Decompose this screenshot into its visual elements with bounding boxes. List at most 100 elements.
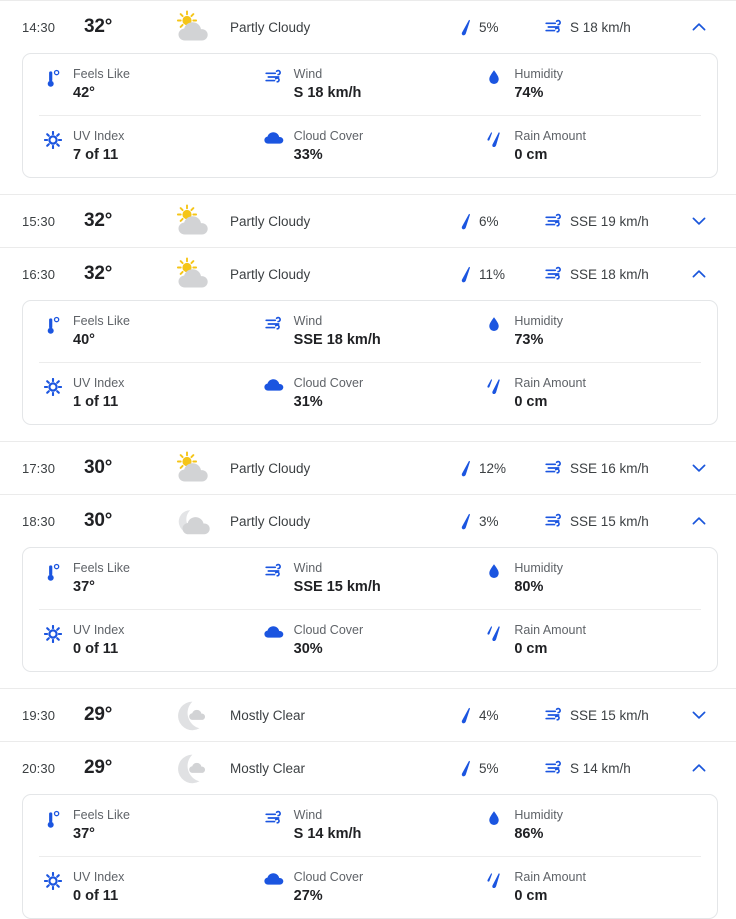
expand-toggle-button[interactable] [676,705,722,725]
detail-feels-like: Feels Like 40° [39,314,260,349]
hourly-forecast-list: 14:30 32° Partly Cloudy 5% S 18 km/h Fee… [0,0,736,919]
thermometer-icon [47,563,59,581]
chevron-down-icon[interactable] [689,458,709,478]
hour-block: 19:30 29° Mostly Clear 4% SSE 15 km/h [0,688,736,741]
wind-icon [265,316,282,330]
condition-label: Partly Cloudy [230,513,311,529]
detail-value: 73% [514,332,544,348]
detail-value: 33% [293,147,323,163]
chevron-up-icon[interactable] [689,264,709,284]
detail-row-upper: Feels Like 37° Wind SSE 15 km/h Humidity… [39,548,701,610]
hour-temperature: 30° [84,510,113,531]
uv-sun-icon-wrap [43,376,63,396]
detail-label: Cloud Cover [293,129,364,143]
precipitation-chance: 5% [458,19,544,36]
condition-label: Partly Cloudy [230,266,311,282]
raindrop-icon [461,213,470,229]
chevron-up-icon[interactable] [689,758,709,778]
wind-icon [545,707,561,721]
cloud-cover-icon [264,873,283,885]
thermometer-icon-wrap [43,314,63,335]
moon-mostly-clear-icon [178,701,206,731]
detail-humidity: Humidity 73% [480,314,701,349]
cloud-cover-icon [264,379,283,391]
rain-amount-icon-wrap [484,376,504,396]
precipitation-chance: 3% [458,513,544,530]
hour-block: 18:30 30° Partly Cloudy 3% SSE 15 km/h F… [0,494,736,672]
thermometer-icon [47,69,59,87]
detail-label: Feels Like [73,808,130,822]
precipitation-value: 11% [479,266,506,282]
wind-value: SSE 18 km/h [570,266,649,282]
detail-value: 0 of 11 [73,888,119,904]
precipitation-value: 5% [479,760,499,776]
humidity-drop-icon-wrap [484,67,504,87]
detail-label: UV Index [73,870,125,884]
detail-label: Humidity [514,561,563,575]
detail-rain-amount: Rain Amount 0 cm [480,870,701,905]
chevron-up-icon[interactable] [689,17,709,37]
wind-value: SSE 16 km/h [570,460,649,476]
hour-temperature: 32° [84,16,113,37]
hour-row[interactable]: 15:30 32° Partly Cloudy 6% SSE 19 km/h [0,195,736,247]
detail-label: Wind [293,561,323,575]
thermometer-icon-wrap [43,561,63,582]
condition-icon-wrap [162,504,224,538]
hour-temperature: 32° [84,210,113,231]
detail-value: 37° [73,826,95,842]
hour-row[interactable]: 20:30 29° Mostly Clear 5% S 14 km/h [0,742,736,794]
hour-block: 17:30 30° Partly Cloudy 12% SSE 16 km/h [0,441,736,494]
thermometer-icon [47,316,59,334]
detail-cloud-cover: Cloud Cover 30% [260,623,481,658]
hour-detail-card: Feels Like 37° Wind S 14 km/h Humidity 8… [22,794,718,919]
hour-row[interactable]: 14:30 32° Partly Cloudy 5% S 18 km/h [0,1,736,53]
detail-label: UV Index [73,129,125,143]
raindrop-icon [461,266,470,282]
hour-time: 17:30 [22,460,56,476]
wind-icon-wrap [264,314,284,332]
detail-value: S 18 km/h [293,85,362,101]
chevron-down-icon[interactable] [689,705,709,725]
raindrop-icon [461,707,470,723]
sun-behind-cloud-icon [176,257,208,288]
detail-label: Cloud Cover [293,870,364,884]
cloud-cover-icon-wrap [264,623,284,639]
expand-toggle-button[interactable] [676,17,722,37]
chevron-down-icon[interactable] [689,211,709,231]
humidity-drop-icon [489,811,500,825]
detail-wind: Wind S 14 km/h [260,808,481,843]
hour-detail-card: Feels Like 40° Wind SSE 18 km/h Humidity… [22,300,718,425]
expand-toggle-button[interactable] [676,264,722,284]
hour-block: 15:30 32° Partly Cloudy 6% SSE 19 km/h [0,194,736,247]
detail-humidity: Humidity 74% [480,67,701,102]
expand-toggle-button[interactable] [676,511,722,531]
detail-wind: Wind SSE 18 km/h [260,314,481,349]
detail-rain-amount: Rain Amount 0 cm [480,129,701,164]
hour-row[interactable]: 18:30 30° Partly Cloudy 3% SSE 15 km/h [0,495,736,547]
detail-label: Feels Like [73,314,130,328]
detail-label: Rain Amount [514,376,586,390]
detail-value: 30% [293,641,323,657]
hour-time: 14:30 [22,19,56,35]
detail-value: 0 cm [514,394,548,410]
precipitation-value: 5% [479,19,499,35]
detail-value: 0 cm [514,641,548,657]
cloud-cover-icon-wrap [264,376,284,392]
expand-toggle-button[interactable] [676,758,722,778]
hour-row[interactable]: 16:30 32° Partly Cloudy 11% SSE 18 km/h [0,248,736,300]
cloud-cover-icon-wrap [264,870,284,886]
hour-row[interactable]: 19:30 29° Mostly Clear 4% SSE 15 km/h [0,689,736,741]
expand-toggle-button[interactable] [676,211,722,231]
detail-rain-amount: Rain Amount 0 cm [480,623,701,658]
humidity-drop-icon [489,317,500,331]
detail-value: 27% [293,888,323,904]
condition-label: Partly Cloudy [230,460,311,476]
chevron-up-icon[interactable] [689,511,709,531]
precipitation-value: 6% [479,213,499,229]
hour-row[interactable]: 17:30 30° Partly Cloudy 12% SSE 16 km/h [0,442,736,494]
precipitation-value: 4% [479,707,499,723]
uv-sun-icon [44,378,62,396]
detail-row-lower: UV Index 0 of 11 Cloud Cover 30% Rain Am… [39,610,701,671]
condition-label: Mostly Clear [230,707,306,723]
expand-toggle-button[interactable] [676,458,722,478]
